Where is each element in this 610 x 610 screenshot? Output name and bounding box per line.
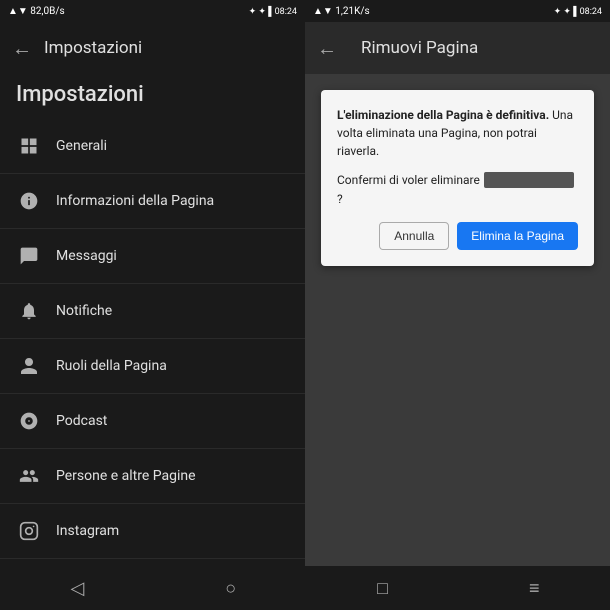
- nav-recent-button[interactable]: □: [361, 570, 404, 607]
- delete-page-button[interactable]: Elimina la Pagina: [457, 222, 578, 250]
- nav-back-button[interactable]: ◁: [54, 570, 100, 607]
- status-bar-left: ▲▼ 82,0B/s ✦ ✦ ▌08:24: [0, 0, 305, 22]
- icons-left: ✦ ✦ ▌08:24: [249, 6, 297, 17]
- signal-right: ▲▼ 1,21K/s: [313, 6, 370, 17]
- person-icon: [16, 353, 42, 379]
- main-area: ← Impostazioni Impostazioni Generali Inf…: [0, 22, 610, 566]
- icons-right: ✦ ✦ ▌08:24: [554, 6, 602, 17]
- status-bar-right: ▲▼ 1,21K/s ✦ ✦ ▌08:24: [305, 0, 610, 22]
- sidebar-item-whatsapp[interactable]: WhatsApp: [0, 559, 305, 566]
- bell-icon: [16, 298, 42, 324]
- bottom-nav: ◁ ○ □ ≡: [0, 566, 610, 610]
- sidebar-item-generali[interactable]: Generali: [0, 119, 305, 174]
- people-icon: [16, 463, 42, 489]
- sidebar-item-informazioni[interactable]: Informazioni della Pagina: [0, 174, 305, 229]
- sidebar-item-label-ruoli: Ruoli della Pagina: [56, 358, 167, 374]
- dialog-box: L'eliminazione della Pagina è definitiva…: [321, 90, 594, 266]
- sidebar-item-label-messaggi: Messaggi: [56, 248, 117, 264]
- dialog-buttons: Annulla Elimina la Pagina: [337, 222, 578, 250]
- podcast-icon: [16, 408, 42, 434]
- nav-menu-button[interactable]: ≡: [513, 570, 556, 607]
- settings-list: Generali Informazioni della Pagina Messa…: [0, 119, 305, 566]
- instagram-icon: [16, 518, 42, 544]
- sidebar-item-label-informazioni: Informazioni della Pagina: [56, 193, 214, 209]
- sidebar-item-label-notifiche: Notifiche: [56, 303, 112, 319]
- dialog-message: L'eliminazione della Pagina è definitiva…: [337, 106, 578, 160]
- left-title-section: Impostazioni: [0, 74, 305, 119]
- left-panel: ← Impostazioni Impostazioni Generali Inf…: [0, 22, 305, 566]
- dialog-confirm-suffix: ?: [337, 192, 343, 206]
- grid-icon: [16, 133, 42, 159]
- sidebar-item-podcast[interactable]: Podcast: [0, 394, 305, 449]
- sidebar-item-label-persone: Persone e altre Pagine: [56, 468, 196, 484]
- sidebar-item-label-podcast: Podcast: [56, 413, 107, 429]
- back-arrow-right[interactable]: ←: [317, 36, 337, 61]
- right-header: ← Rimuovi Pagina: [305, 22, 610, 74]
- sidebar-item-ruoli[interactable]: Ruoli della Pagina: [0, 339, 305, 394]
- back-arrow-left[interactable]: ←: [12, 36, 32, 61]
- status-bars: ▲▼ 82,0B/s ✦ ✦ ▌08:24 ▲▼ 1,21K/s ✦ ✦ ▌08…: [0, 0, 610, 22]
- dialog-bold-text: L'eliminazione della Pagina è definitiva…: [337, 108, 549, 122]
- sidebar-item-notifiche[interactable]: Notifiche: [0, 284, 305, 339]
- info-icon: [16, 188, 42, 214]
- sidebar-item-instagram[interactable]: Instagram: [0, 504, 305, 559]
- dialog-confirm-prefix: Confermi di voler eliminare: [337, 173, 480, 187]
- left-header: ← Impostazioni: [0, 22, 305, 74]
- cancel-button[interactable]: Annulla: [379, 222, 449, 250]
- signal-left: ▲▼ 82,0B/s: [8, 6, 65, 17]
- sidebar-item-label-instagram: Instagram: [56, 523, 119, 539]
- right-header-title: Rimuovi Pagina: [361, 38, 478, 58]
- chat-icon: [16, 243, 42, 269]
- dialog-page-name-redacted: [484, 172, 574, 188]
- nav-home-button[interactable]: ○: [209, 570, 252, 607]
- sidebar-item-messaggi[interactable]: Messaggi: [0, 229, 305, 284]
- left-header-title: Impostazioni: [44, 38, 142, 58]
- sidebar-item-persone[interactable]: Persone e altre Pagine: [0, 449, 305, 504]
- sidebar-item-label-generali: Generali: [56, 138, 107, 154]
- right-panel: ← Rimuovi Pagina L'eliminazione della Pa…: [305, 22, 610, 566]
- dialog-confirm-row: Confermi di voler eliminare ?: [337, 172, 578, 206]
- settings-page-title: Impostazioni: [16, 82, 144, 107]
